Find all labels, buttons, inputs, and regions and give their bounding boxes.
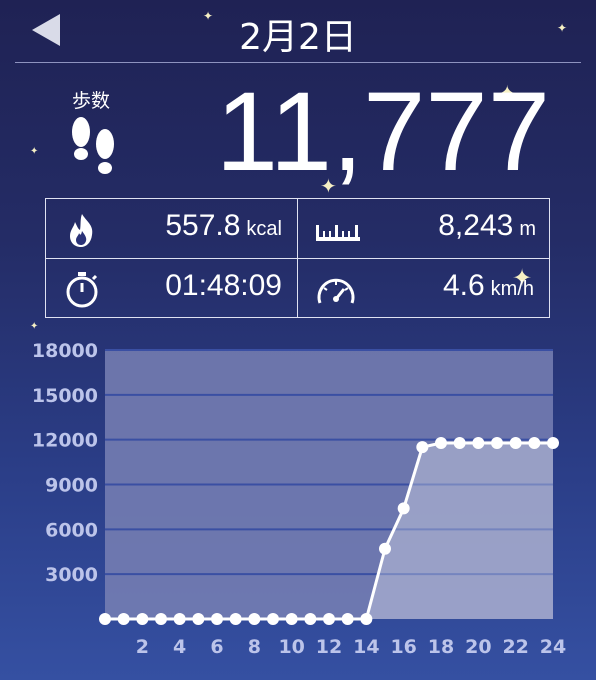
data-point bbox=[491, 436, 503, 449]
calories-stat: 557.8 kcal bbox=[46, 199, 298, 258]
distance-unit: m bbox=[519, 218, 536, 240]
data-point bbox=[173, 613, 186, 625]
y-tick-label: 12000 bbox=[32, 430, 98, 452]
calories-value: 557.8 bbox=[165, 209, 241, 242]
x-tick-label: 22 bbox=[502, 636, 528, 658]
data-point bbox=[453, 436, 466, 449]
star-decoration: ✦ bbox=[30, 146, 39, 157]
speedometer-icon bbox=[317, 278, 355, 304]
stats-panel: 557.8 kcal 8,243 m 01:48:09 4.6 km/h bbox=[45, 198, 550, 318]
data-point bbox=[547, 436, 559, 449]
page-title: 2月2日 bbox=[239, 17, 357, 58]
distance-stat: 8,243 m bbox=[298, 199, 550, 258]
data-point bbox=[211, 613, 223, 625]
data-point bbox=[379, 542, 391, 555]
header: 2月2日 bbox=[0, 0, 596, 62]
data-point bbox=[435, 436, 447, 449]
speed-unit: km/h bbox=[490, 278, 534, 300]
data-point bbox=[341, 613, 354, 625]
data-point bbox=[117, 613, 130, 625]
duration-value-row: 01:48:09 bbox=[165, 269, 282, 303]
flame-icon bbox=[70, 214, 93, 247]
speed-value: 4.6 bbox=[442, 269, 485, 302]
x-tick-label: 24 bbox=[540, 636, 566, 658]
data-point bbox=[509, 436, 522, 449]
x-tick-label: 20 bbox=[465, 636, 491, 658]
speed-value-row: 4.6 km/h bbox=[443, 269, 534, 303]
data-point bbox=[323, 613, 335, 625]
speed-stat: 4.6 km/h bbox=[298, 259, 550, 318]
distance-value-row: 8,243 m bbox=[438, 209, 536, 243]
data-point bbox=[304, 613, 317, 625]
x-tick-label: 14 bbox=[353, 636, 379, 658]
y-tick-label: 9000 bbox=[45, 475, 98, 497]
x-tick-label: 10 bbox=[278, 636, 304, 658]
data-point bbox=[397, 502, 410, 515]
data-point bbox=[360, 613, 373, 625]
y-tick-label: 18000 bbox=[32, 340, 98, 362]
y-tick-label: 6000 bbox=[45, 519, 98, 541]
data-point bbox=[472, 436, 485, 449]
steps-label: 歩数 bbox=[72, 90, 111, 112]
ruler-icon bbox=[316, 225, 360, 241]
steps-count: 11,777 bbox=[215, 69, 550, 194]
x-tick-label: 18 bbox=[428, 636, 454, 658]
y-tick-label: 3000 bbox=[45, 564, 98, 586]
distance-value: 8,243 bbox=[438, 209, 514, 242]
x-tick-label: 2 bbox=[136, 636, 149, 658]
data-point bbox=[248, 613, 261, 625]
data-point bbox=[136, 613, 149, 625]
calories-value-row: 557.8 kcal bbox=[165, 209, 282, 243]
data-point bbox=[229, 613, 242, 625]
duration-value: 01:48:09 bbox=[165, 269, 282, 302]
x-tick-label: 6 bbox=[210, 636, 223, 658]
stopwatch-icon bbox=[66, 272, 98, 308]
steps-chart: 1800015000120009000600030002 4 6 8 10 12 14 16 1… bbox=[32, 340, 566, 658]
header-divider bbox=[15, 62, 581, 63]
footprints-icon bbox=[72, 117, 114, 174]
y-tick-label: 15000 bbox=[32, 385, 98, 407]
data-point bbox=[528, 436, 541, 449]
x-tick-label: 4 bbox=[173, 636, 186, 658]
data-point bbox=[99, 613, 111, 625]
x-tick-label: 8 bbox=[248, 636, 261, 658]
data-point bbox=[192, 613, 205, 625]
data-point bbox=[155, 613, 167, 625]
duration-stat: 01:48:09 bbox=[46, 259, 298, 318]
calories-unit: kcal bbox=[246, 218, 282, 240]
data-point bbox=[416, 441, 429, 454]
x-tick-label: 12 bbox=[316, 636, 342, 658]
data-point bbox=[267, 613, 279, 625]
x-tick-label: 16 bbox=[390, 636, 416, 658]
data-point bbox=[285, 613, 298, 625]
